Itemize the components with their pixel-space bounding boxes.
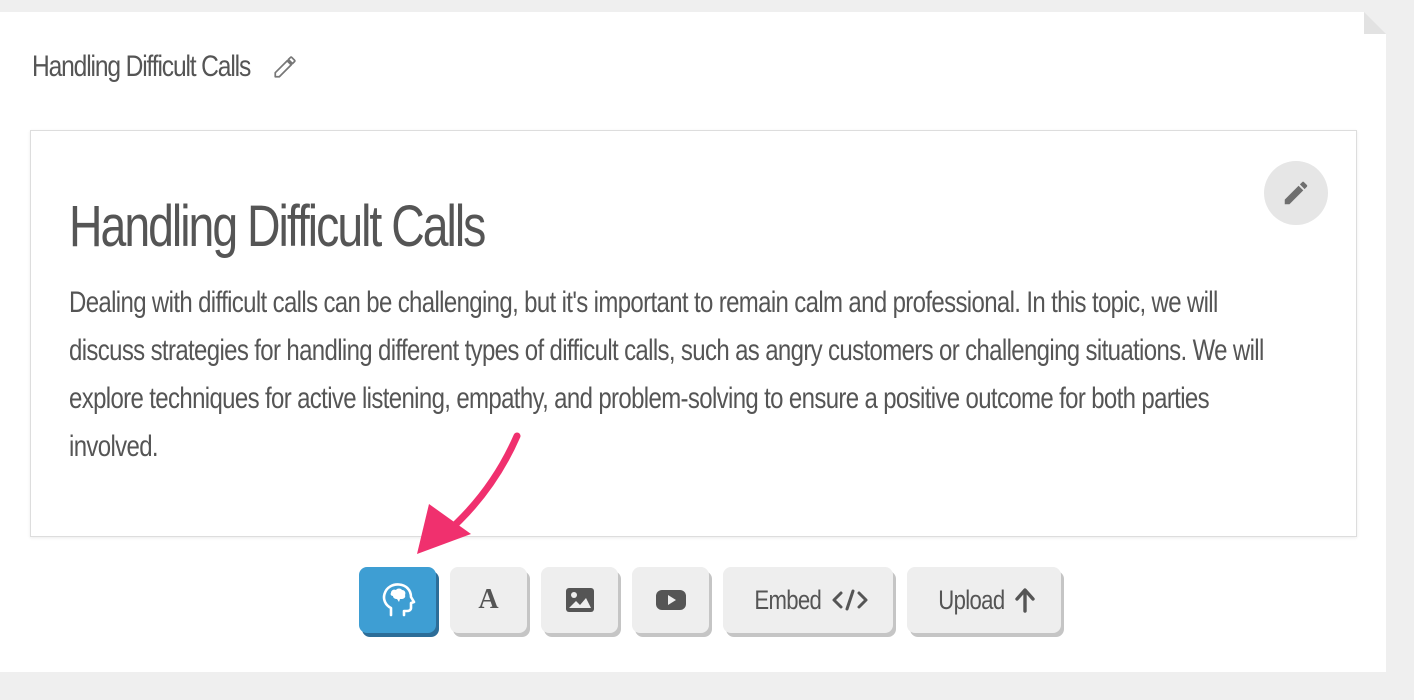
image-icon — [565, 588, 594, 612]
pencil-icon — [1284, 181, 1308, 205]
video-icon — [655, 590, 686, 610]
arrow-up-icon — [1015, 588, 1036, 613]
page-fold-corner — [1364, 12, 1386, 34]
content-block: Handling Difficult Calls Dealing with di… — [30, 130, 1357, 537]
video-block-button[interactable] — [632, 567, 709, 633]
content-heading: Handling Difficult Calls — [69, 194, 486, 259]
add-block-toolbar: A Embed Upload — [359, 567, 1062, 633]
brain-head-icon — [382, 583, 415, 617]
upload-button[interactable]: Upload — [906, 567, 1062, 633]
topic-header: Handling Difficult Calls — [32, 50, 300, 84]
topic-title: Handling Difficult Calls — [32, 50, 251, 83]
upload-button-label: Upload — [937, 584, 1005, 615]
ai-generate-button[interactable] — [359, 567, 436, 633]
text-block-button[interactable]: A — [450, 567, 527, 633]
embed-button[interactable]: Embed — [723, 567, 893, 633]
code-icon — [832, 589, 868, 611]
content-body-text: Dealing with difficult calls can be chal… — [69, 286, 1264, 463]
pencil-icon[interactable] — [270, 52, 300, 82]
embed-button-label: Embed — [754, 584, 822, 615]
edit-content-button[interactable] — [1264, 161, 1328, 225]
image-block-button[interactable] — [541, 567, 618, 633]
font-icon: A — [478, 584, 499, 615]
